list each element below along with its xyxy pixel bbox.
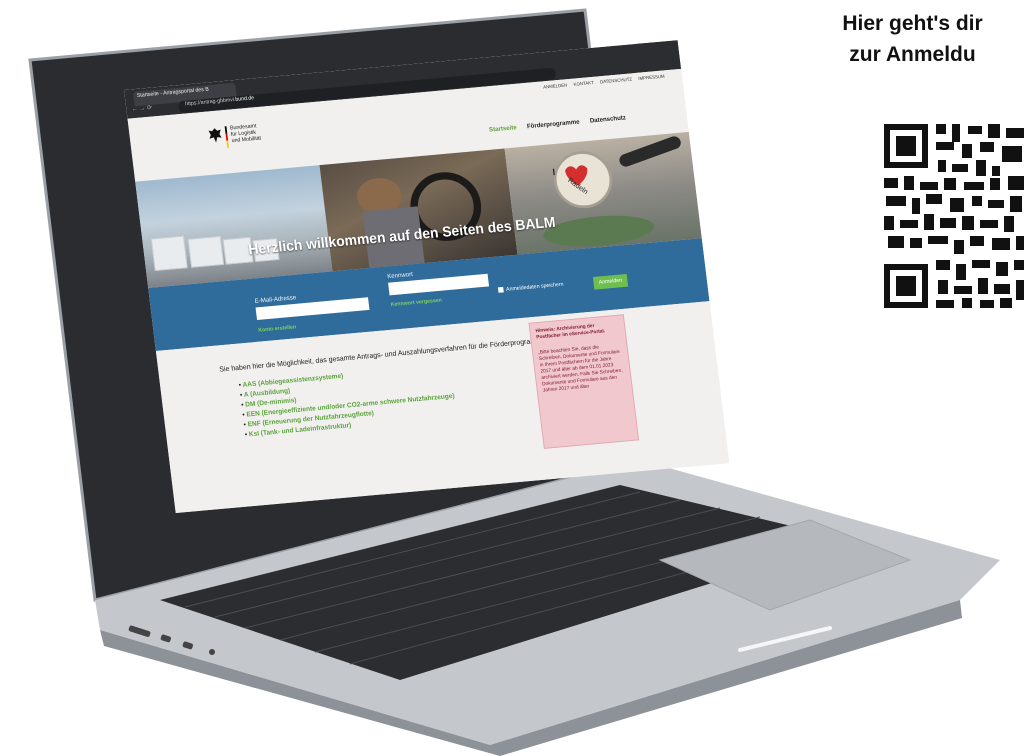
notice-title: Hinweis: Archivierung der Postfächer im …: [535, 323, 606, 341]
hero-image-trucks: [135, 165, 333, 288]
url-domain: bund.de: [235, 95, 255, 103]
remember-checkbox[interactable]: Anmeldedaten speichern: [497, 282, 564, 294]
nav-foerderprogramme[interactable]: Förderprogramme: [527, 119, 580, 130]
browser-window: Startseite - Antragsportal des B ← → ⟳ h…: [124, 40, 730, 513]
top-link-datenschutz[interactable]: DATENSCHUTZ: [600, 77, 633, 85]
nav-startseite[interactable]: Startseite: [489, 125, 517, 134]
notice-box: Hinweis: Archivierung der Postfächer im …: [528, 314, 640, 449]
steering-wheel-icon: [357, 172, 482, 269]
forgot-password-link[interactable]: Kennwort vergessen: [390, 298, 442, 308]
nav-datenschutz[interactable]: Datenschutz: [590, 115, 627, 125]
eagle-icon: [208, 128, 222, 143]
back-icon[interactable]: ← → ⟳: [131, 104, 152, 113]
notice-body: „Bitte beachten Sie, dass die Schreiben,…: [537, 344, 623, 394]
logo-line-3: und Mobilität: [231, 135, 262, 144]
hero-image-driver: [319, 148, 518, 272]
password-label: Kennwort: [386, 271, 414, 281]
flag-bar: [224, 126, 230, 149]
bike-bell-icon: [542, 136, 681, 247]
top-link-kontakt[interactable]: KONTAKT: [573, 80, 594, 87]
remember-label: Anmeldedaten speichern: [505, 282, 564, 293]
main-nav: Startseite Förderprogramme Datenschutz: [480, 115, 627, 134]
hero-image-bicycle: I Radeln: [504, 131, 702, 255]
login-button[interactable]: Anmelden: [592, 273, 629, 290]
create-account-link[interactable]: Konto erstellen: [258, 325, 296, 334]
tab-title: Startseite - Antragsportal des B: [136, 86, 210, 99]
top-link-impressum[interactable]: IMPRESSUM: [638, 74, 665, 82]
balm-logo[interactable]: Bundesamt für Logistik und Mobilität: [207, 123, 262, 149]
program-list: AAS (Abbiegeassistenzsysteme) A (Ausbild…: [238, 361, 457, 440]
logo-text: Bundesamt für Logistik und Mobilität: [230, 123, 262, 145]
top-link-anmelden[interactable]: ANMELDEN: [543, 83, 568, 91]
checkbox-icon[interactable]: [497, 286, 504, 293]
laptop-illustration: Startseite - Antragsportal des B ← → ⟳ h…: [0, 0, 1025, 756]
